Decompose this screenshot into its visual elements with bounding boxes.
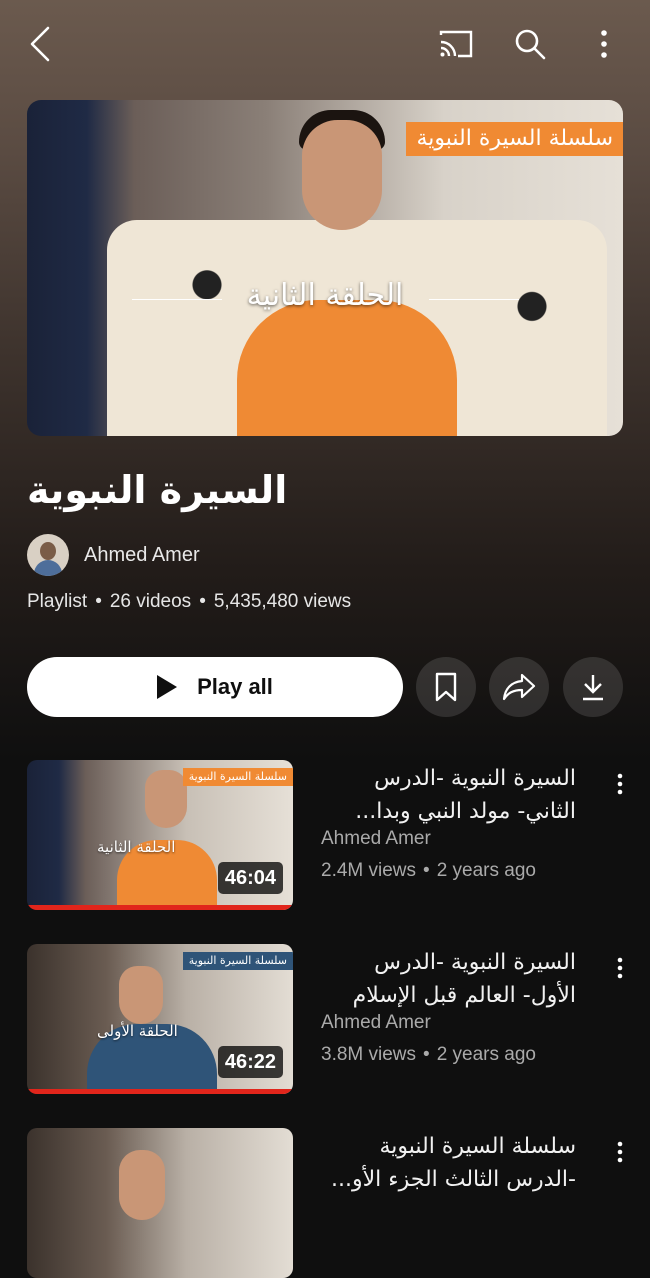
owner-name[interactable]: Ahmed Amer: [84, 544, 200, 567]
chevron-left-icon[interactable]: [18, 22, 62, 66]
more-vertical-icon[interactable]: [605, 1132, 635, 1172]
list-item[interactable]: سلسلة السيرة النبوية الحلقة الثانية 46:0…: [27, 760, 627, 910]
play-all-button[interactable]: Play all: [27, 657, 403, 717]
separator-dot: •: [423, 860, 430, 881]
separator-dot: •: [95, 591, 102, 612]
playlist-type: Playlist: [27, 591, 88, 612]
cast-icon[interactable]: [434, 22, 478, 66]
more-vertical-icon[interactable]: [582, 22, 626, 66]
avatar[interactable]: [27, 534, 69, 576]
video-thumbnail[interactable]: [27, 1128, 293, 1278]
video-thumbnail[interactable]: سلسلة السيرة النبوية الحلقة الأولى 46:22: [27, 944, 293, 1094]
list-item[interactable]: سلسلة السيرة النبوية -الدرس الثالث الجزء…: [27, 1128, 627, 1278]
video-title[interactable]: سلسلة السيرة النبوية -الدرس الثالث الجزء…: [321, 1130, 576, 1196]
thumbnail-figure-head: [145, 770, 187, 828]
thumbnail-episode: الحلقة الأولى: [97, 1022, 178, 1040]
more-vertical-icon[interactable]: [605, 764, 635, 804]
episode-label: الحلقة الثانية: [246, 278, 404, 313]
thumbnail-tag: سلسلة السيرة النبوية: [182, 952, 293, 970]
video-views: 2.4M views: [321, 860, 417, 881]
video-title[interactable]: السيرة النبوية -الدرس الثاني- مولد النبي…: [321, 762, 576, 828]
video-thumbnail[interactable]: سلسلة السيرة النبوية الحلقة الثانية 46:0…: [27, 760, 293, 910]
search-icon[interactable]: [508, 22, 552, 66]
play-all-label: Play all: [197, 674, 273, 699]
share-icon: [502, 673, 536, 701]
playlist-owner[interactable]: Ahmed Amer: [27, 533, 200, 577]
video-views: 3.8M views: [321, 1044, 417, 1065]
share-button[interactable]: [489, 657, 549, 717]
thumbnail-episode: الحلقة الثانية: [97, 838, 176, 856]
video-age: 2 years ago: [436, 1044, 536, 1065]
thumbnail-figure-head: [119, 966, 163, 1024]
video-meta: 2.4M views • 2 years ago: [321, 860, 536, 882]
thumbnail-tag: سلسلة السيرة النبوية: [182, 768, 293, 786]
video-count: 26 videos: [109, 591, 192, 612]
watch-progress: [27, 905, 293, 910]
playlist-meta: Playlist • 26 videos • 5,435,480 views: [27, 591, 351, 613]
video-title[interactable]: السيرة النبوية -الدرس الأول- العالم قبل …: [321, 946, 576, 1012]
thumbnail-figure-head: [302, 120, 382, 230]
series-tag: سلسلة السيرة النبوية: [406, 122, 623, 156]
download-icon: [583, 675, 603, 701]
separator-dot: •: [199, 591, 206, 612]
view-count: 5,435,480 views: [213, 591, 352, 612]
video-channel[interactable]: Ahmed Amer: [321, 1012, 431, 1034]
thumbnail-figure-head: [119, 1150, 165, 1220]
playlist-thumbnail[interactable]: سلسلة السيرة النبوية الحلقة الثانية: [27, 100, 623, 436]
download-button[interactable]: [563, 657, 623, 717]
thumbnail-figure: [237, 300, 457, 436]
list-item[interactable]: سلسلة السيرة النبوية الحلقة الأولى 46:22…: [27, 944, 627, 1094]
watch-progress: [27, 1089, 293, 1094]
play-icon: [157, 675, 178, 699]
duration-badge: 46:22: [217, 1046, 283, 1078]
video-channel[interactable]: Ahmed Amer: [321, 828, 431, 850]
bookmark-icon: [435, 672, 457, 702]
top-bar: [0, 0, 650, 90]
more-vertical-icon[interactable]: [605, 948, 635, 988]
video-age: 2 years ago: [436, 860, 536, 881]
playlist-title: السيرة النبوية: [27, 468, 288, 512]
duration-badge: 46:04: [217, 862, 283, 894]
save-button[interactable]: [416, 657, 476, 717]
video-meta: 3.8M views • 2 years ago: [321, 1044, 536, 1066]
separator-dot: •: [423, 1044, 430, 1065]
